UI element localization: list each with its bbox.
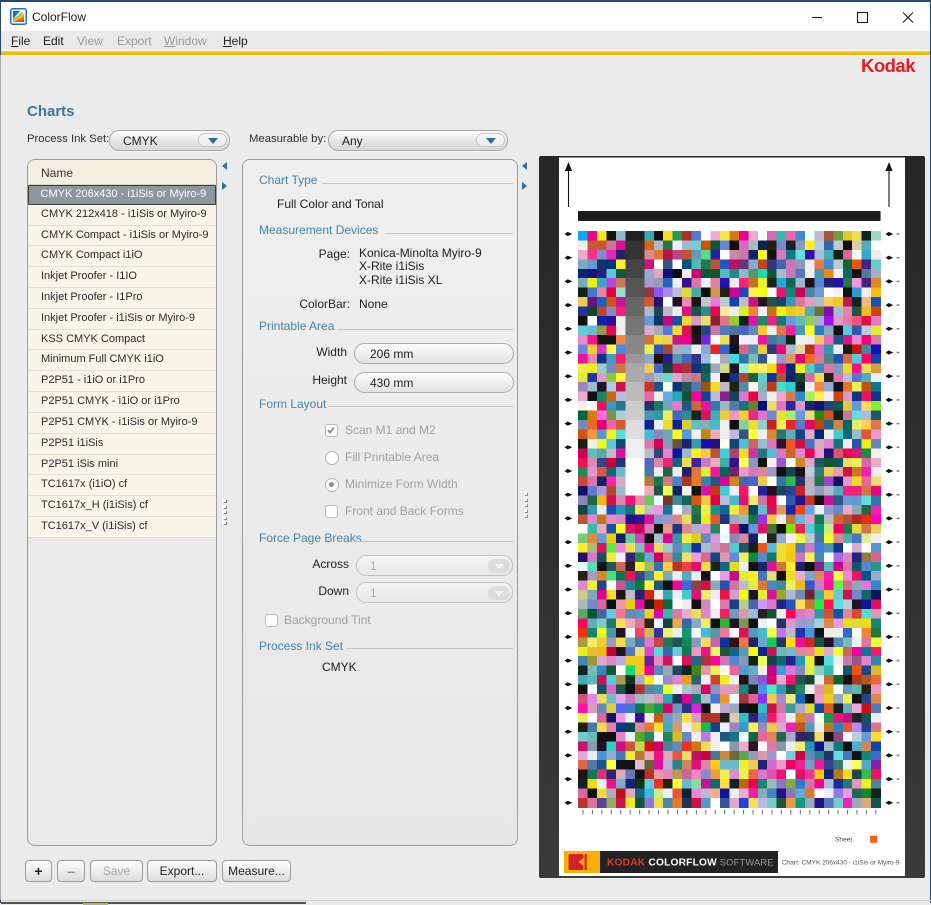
svg-text:Chart: CMYK 206x430 - i1iSis o: Chart: CMYK 206x430 - i1iSis or Myiro-9 — [782, 860, 900, 867]
svg-text:KODAK COLORFLOW SOFTWARE: KODAK COLORFLOW SOFTWARE — [607, 858, 774, 869]
svg-text:Sheet: Sheet — [835, 837, 852, 844]
